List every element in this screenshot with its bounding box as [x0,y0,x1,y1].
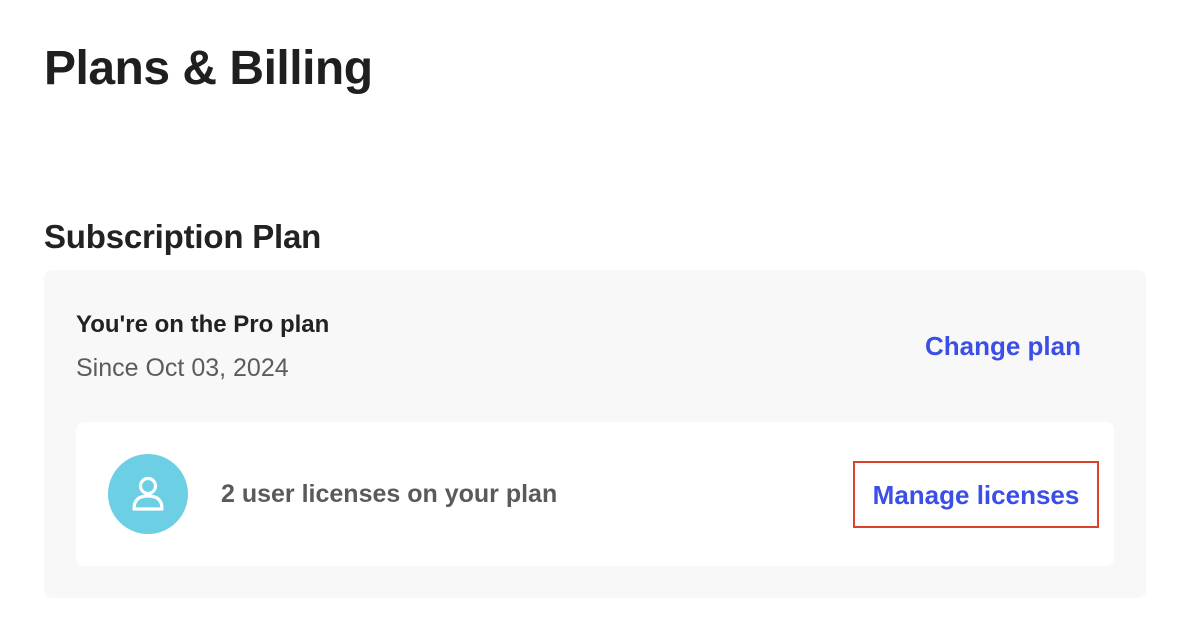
manage-licenses-highlight: Manage licenses [853,461,1099,528]
billing-page: Plans & Billing Subscription Plan You're… [0,0,1200,640]
current-plan-label: You're on the Pro plan [76,311,330,338]
manage-licenses-link[interactable]: Manage licenses [873,479,1080,511]
subscription-plan-card: You're on the Pro plan Since Oct 03, 202… [44,270,1146,598]
user-icon [132,476,164,511]
page-title: Plans & Billing [44,42,373,95]
license-count-text: 2 user licenses on your plan [221,480,558,508]
avatar [108,454,188,534]
user-licenses-card: 2 user licenses on your plan Manage lice… [76,422,1114,566]
plan-since-date: Since Oct 03, 2024 [76,354,289,382]
change-plan-link[interactable]: Change plan [925,330,1081,362]
section-title-subscription-plan: Subscription Plan [44,218,322,255]
